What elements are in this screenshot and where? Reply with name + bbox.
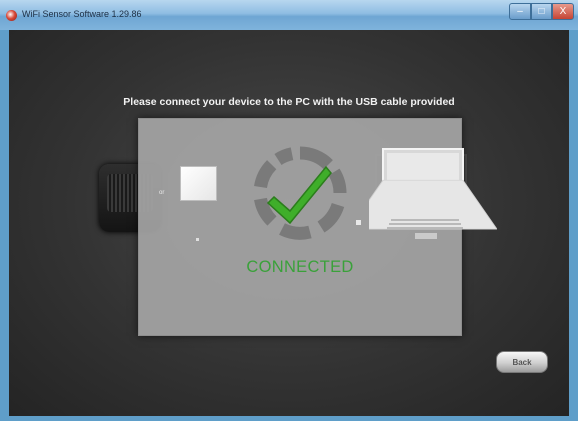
connect-instruction: Please connect your device to the PC wit…: [123, 96, 455, 108]
close-button[interactable]: X: [552, 3, 574, 20]
client-area: Please connect your device to the PC wit…: [9, 30, 569, 416]
connected-status-icon: [254, 146, 347, 240]
minimize-button[interactable]: –: [509, 3, 531, 20]
usb-plug-icon: [356, 220, 361, 225]
laptop-icon: [369, 148, 497, 239]
connected-status-text: CONNECTED: [246, 258, 354, 276]
back-button[interactable]: Back: [496, 351, 548, 373]
application-window: WiFi Sensor Software 1.29.86 – □ X Pleas…: [0, 0, 578, 421]
indicator-dot: [196, 238, 199, 241]
window-title: WiFi Sensor Software 1.29.86: [22, 9, 142, 19]
title-bar[interactable]: WiFi Sensor Software 1.29.86 – □ X: [0, 0, 578, 30]
connection-status-overlay: or CONNECTED: [138, 118, 497, 336]
app-icon: [6, 10, 17, 21]
or-label: or: [159, 190, 165, 196]
laptop-base: [369, 179, 497, 230]
progress-ring: [254, 146, 347, 240]
usb-sensor-image: [180, 166, 217, 201]
check-mark-icon: [266, 165, 332, 225]
maximize-button[interactable]: □: [531, 3, 552, 20]
